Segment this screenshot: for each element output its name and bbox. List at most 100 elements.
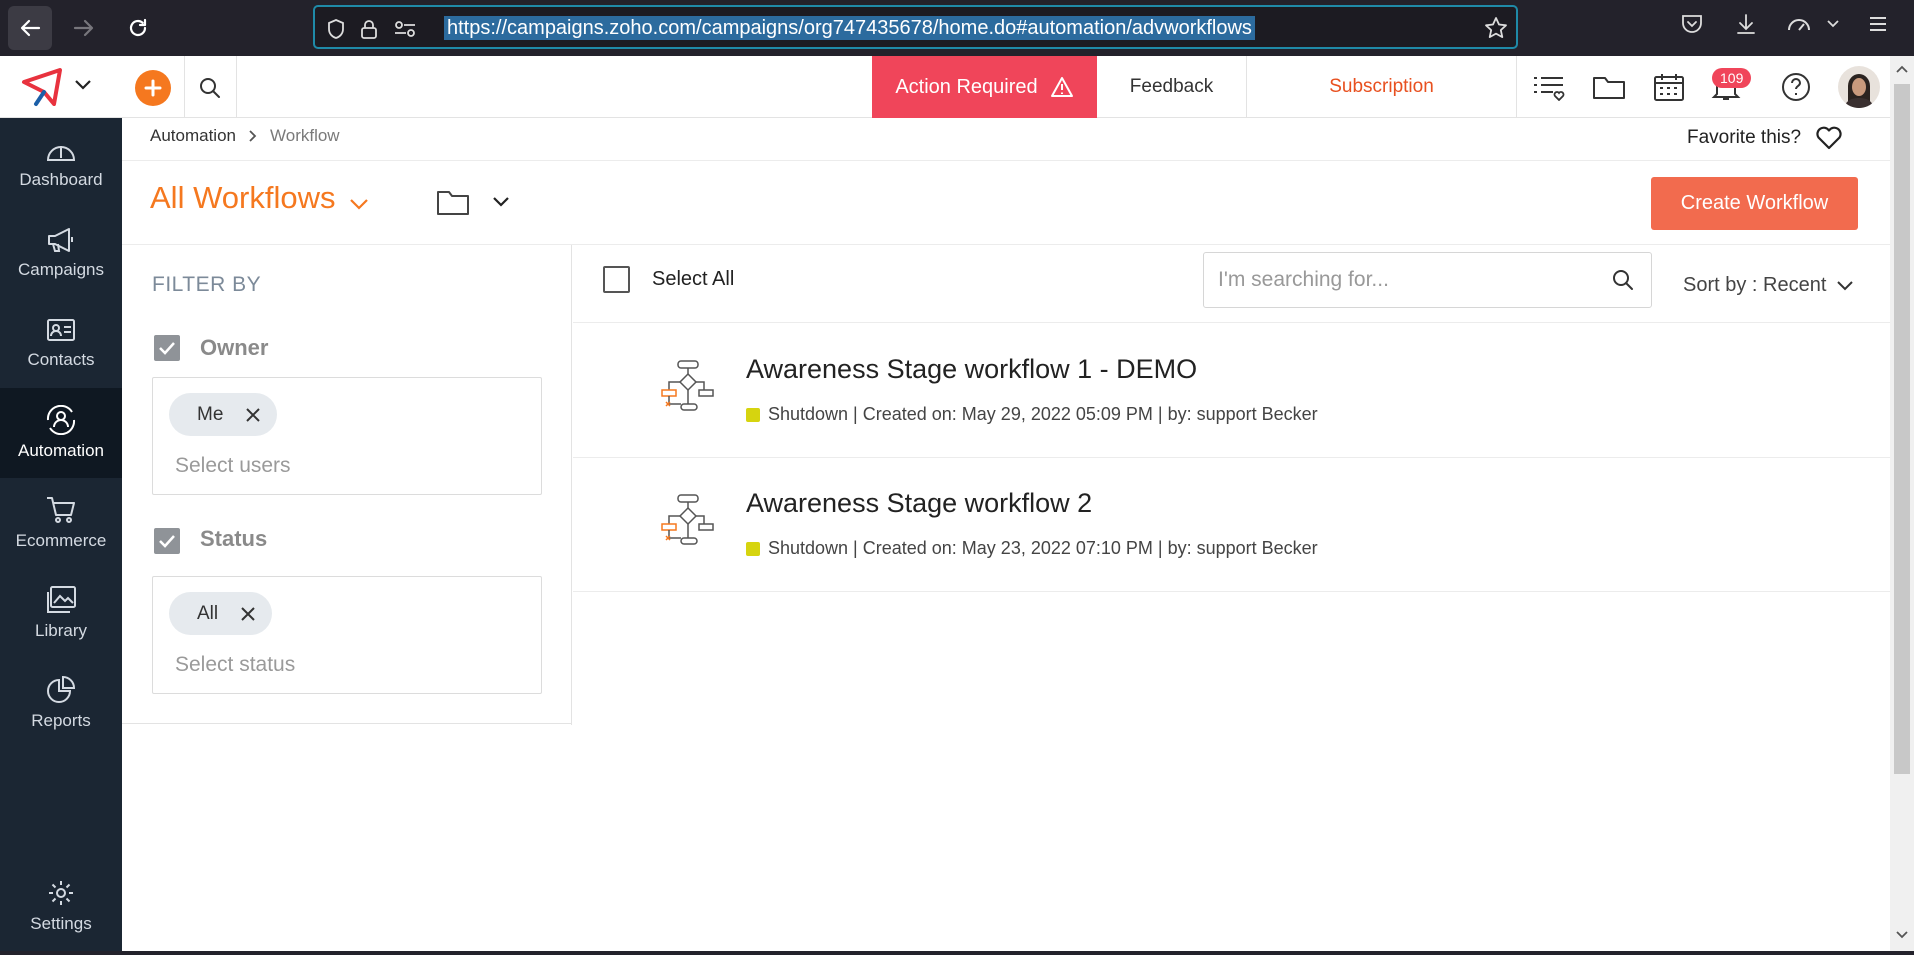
feedback-link[interactable]: Feedback	[1097, 56, 1247, 118]
image-gallery-icon	[47, 586, 76, 613]
url-text[interactable]: https://campaigns.zoho.com/campaigns/org…	[444, 16, 1255, 40]
owner-filter-field[interactable]: Me Select users	[152, 377, 542, 495]
avatar[interactable]	[1838, 66, 1880, 108]
search-input[interactable]	[1218, 265, 1598, 295]
owner-filter-placeholder[interactable]: Select users	[175, 454, 291, 478]
back-button[interactable]	[8, 6, 52, 50]
checkmark-icon	[159, 535, 175, 548]
help-icon[interactable]	[1778, 70, 1814, 104]
workflow-meta: Shutdown | Created on: May 29, 2022 05:0…	[746, 404, 1318, 425]
shopping-cart-icon	[47, 497, 75, 523]
all-workflows-dropdown[interactable]: All Workflows	[150, 180, 369, 216]
chevron-down-icon	[493, 197, 509, 207]
filter-heading: FILTER BY	[152, 273, 262, 296]
search-icon[interactable]	[198, 76, 222, 100]
action-required-button[interactable]: Action Required	[872, 56, 1097, 118]
address-bar[interactable]: https://campaigns.zoho.com/campaigns/org…	[313, 5, 1518, 49]
sidebar-item-label: Settings	[30, 914, 92, 933]
list-item[interactable]: Awareness Stage workflow 2 Shutdown | Cr…	[573, 458, 1890, 592]
page-title: All Workflows	[150, 180, 336, 215]
sidebar-item-ecommerce[interactable]: Ecommerce	[0, 478, 122, 568]
favorite-label: Favorite this?	[1687, 127, 1802, 148]
breadcrumb-current: Workflow	[270, 126, 340, 145]
sidebar-item-dashboard[interactable]: Dashboard	[0, 118, 122, 208]
status-filter-label: Status	[200, 526, 268, 551]
search-icon[interactable]	[1611, 268, 1635, 292]
create-workflow-button[interactable]: Create Workflow	[1651, 177, 1858, 230]
status-indicator	[746, 407, 760, 422]
sidebar-item-label: Dashboard	[19, 170, 103, 189]
app-switcher[interactable]	[0, 56, 122, 118]
sidebar-item-campaigns[interactable]: Campaigns	[0, 208, 122, 298]
select-all-label[interactable]: Select All	[652, 268, 734, 291]
scrollbar-thumb[interactable]	[1894, 84, 1910, 774]
plus-icon	[144, 79, 162, 97]
permissions-icon[interactable]	[393, 18, 417, 40]
shield-icon	[328, 19, 344, 39]
status-filter-field[interactable]: All Select status	[152, 576, 542, 694]
select-all-checkbox[interactable]	[603, 266, 630, 293]
page-scrollbar[interactable]	[1890, 56, 1914, 951]
list-item[interactable]: Awareness Stage workflow 1 - DEMO Shutdo…	[573, 324, 1890, 458]
close-icon[interactable]	[245, 407, 261, 423]
zoho-campaigns-logo-icon	[22, 68, 62, 106]
owner-chip: Me	[169, 393, 278, 436]
status-chip-label: All	[197, 602, 219, 624]
sidebar-item-reports[interactable]: Reports	[0, 658, 122, 748]
sidebar-item-label: Ecommerce	[15, 531, 107, 550]
download-icon[interactable]	[1734, 12, 1758, 36]
workflow-meta: Shutdown | Created on: May 23, 2022 07:1…	[746, 538, 1318, 559]
calendar-icon[interactable]	[1651, 70, 1687, 104]
owner-filter-checkbox[interactable]	[154, 335, 180, 361]
status-filter-checkbox[interactable]	[154, 528, 180, 554]
chevron-right-icon	[249, 130, 257, 142]
quick-create-button[interactable]	[135, 70, 171, 106]
sort-dropdown[interactable]: Sort by : Recent	[1683, 274, 1854, 297]
workflow-title[interactable]: Awareness Stage workflow 1 - DEMO	[746, 354, 1197, 385]
sidebar-item-automation[interactable]: Automation	[0, 388, 122, 478]
lock-icon	[361, 20, 377, 39]
sidebar-item-settings[interactable]: Settings	[0, 861, 122, 951]
arrow-right-icon	[73, 19, 94, 37]
heart-icon[interactable]	[1815, 126, 1843, 150]
menu-icon[interactable]	[1866, 12, 1890, 36]
breadcrumb-automation-link[interactable]: Automation	[150, 126, 236, 146]
pocket-icon[interactable]	[1680, 12, 1704, 36]
list-favorites-icon[interactable]	[1531, 70, 1567, 104]
reload-icon	[129, 18, 147, 37]
contact-card-icon	[47, 319, 75, 341]
scroll-up-icon[interactable]	[1896, 64, 1908, 74]
workflow-title[interactable]: Awareness Stage workflow 2	[746, 488, 1092, 519]
chevron-down-icon[interactable]	[74, 78, 92, 92]
extension-speed-icon[interactable]	[1786, 12, 1812, 36]
favorite-toggle[interactable]: Favorite this?	[1687, 126, 1843, 150]
workflow-meta-text: Shutdown | Created on: May 23, 2022 07:1…	[768, 538, 1318, 558]
scroll-down-icon[interactable]	[1896, 930, 1908, 940]
app-header: Action Required Feedback Subscription 10…	[122, 56, 1890, 118]
workflow-diagram-icon	[661, 360, 714, 411]
automation-user-cycle-icon	[46, 405, 76, 435]
reload-button[interactable]	[116, 6, 160, 50]
gear-icon	[49, 881, 73, 905]
status-indicator	[746, 541, 760, 556]
breadcrumb: Automation Workflow	[150, 126, 340, 146]
pie-chart-icon	[47, 675, 76, 703]
bookmark-star-icon[interactable]	[1484, 16, 1508, 40]
gauge-icon	[46, 146, 76, 161]
chevron-down-icon	[1837, 280, 1854, 290]
sort-label: Sort by : Recent	[1683, 274, 1827, 296]
chevron-down-icon	[350, 199, 369, 210]
folder-dropdown[interactable]	[436, 188, 510, 216]
sidebar-item-library[interactable]: Library	[0, 568, 122, 658]
subscription-link[interactable]: Subscription	[1247, 56, 1517, 118]
action-required-label: Action Required	[895, 75, 1038, 98]
chevron-down-icon[interactable]	[1826, 18, 1840, 30]
sidebar-item-contacts[interactable]: Contacts	[0, 298, 122, 388]
sidebar: Dashboard Campaigns Contacts Automation …	[0, 56, 122, 951]
close-icon[interactable]	[240, 606, 256, 622]
owner-chip-label: Me	[197, 403, 224, 425]
status-filter-placeholder[interactable]: Select status	[175, 653, 295, 677]
folder-icon[interactable]	[1591, 70, 1627, 104]
forward-button[interactable]	[62, 6, 106, 50]
folder-icon	[437, 191, 469, 215]
